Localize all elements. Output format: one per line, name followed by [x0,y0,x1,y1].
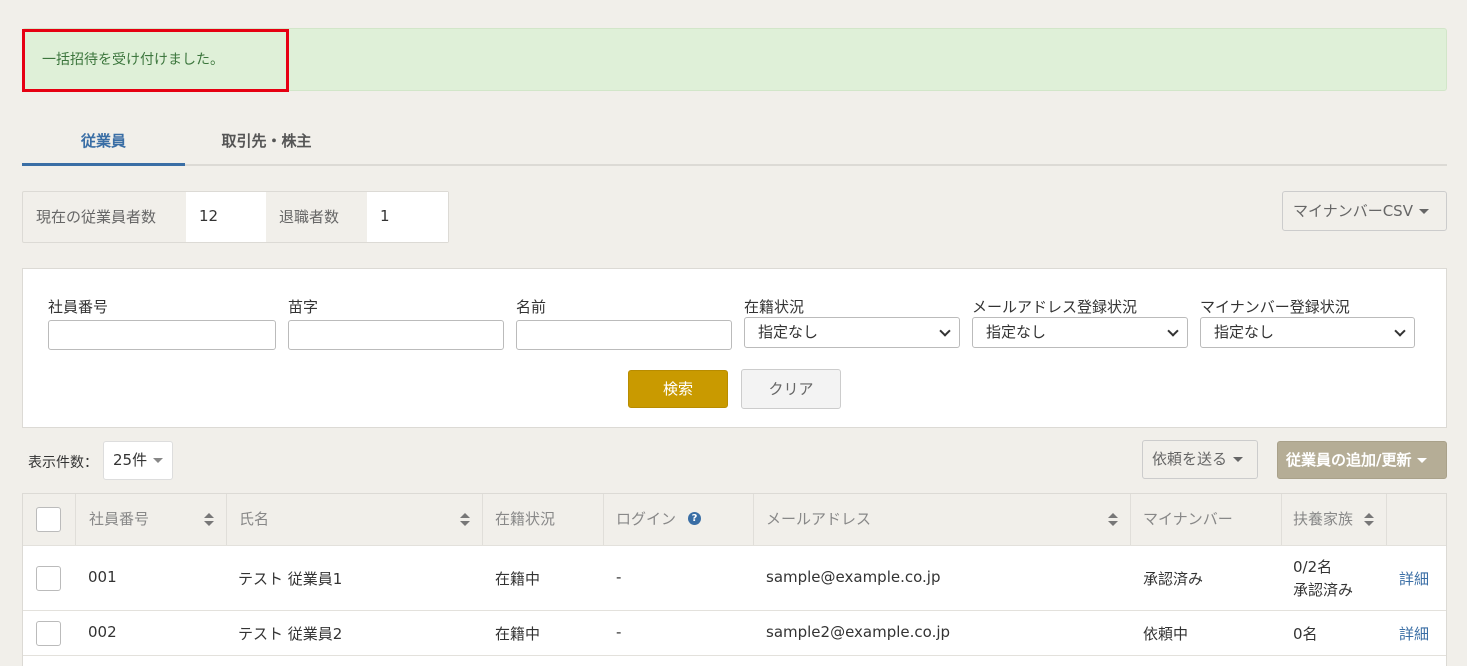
first-name-input[interactable] [516,320,732,350]
status-filter-label: 在籍状況 [744,298,805,316]
mynumber-status-select[interactable]: 指定なし [1200,317,1415,348]
sort-icon[interactable] [1364,513,1374,527]
clear-button[interactable]: クリア [741,369,841,409]
email-status-label: メールアドレス登録状況 [972,298,1138,316]
status-select-value: 指定なし [758,323,819,341]
send-request-button[interactable]: 依頼を送る [1142,440,1258,479]
col-divider [482,494,483,545]
last-name-label: 苗字 [288,298,319,316]
col-divider [1130,494,1131,545]
send-request-label: 依頼を送る [1152,450,1228,468]
row-divider [23,545,1446,546]
csv-button-label: マイナンバーCSV [1293,202,1413,220]
cell-name: テスト 従業員1 [238,570,343,588]
sort-icon[interactable] [460,513,470,527]
add-update-label: 従業員の追加/更新 [1286,451,1412,469]
tab-employees[interactable]: 従業員 [22,130,185,151]
employee-no-label: 社員番号 [48,298,109,316]
status-select[interactable]: 指定なし [744,317,960,348]
chevron-down-icon [1394,325,1406,337]
row-checkbox[interactable] [36,566,61,591]
row-divider [23,610,1446,611]
employee-no-input[interactable] [48,320,276,350]
th-employee-no[interactable]: 社員番号 [89,508,149,529]
cell-email: sample@example.co.jp [766,568,941,586]
last-name-input[interactable] [288,320,504,350]
detail-link[interactable]: 詳細 [1399,568,1429,589]
mynumber-csv-button[interactable]: マイナンバーCSV [1282,191,1447,231]
current-employees-label: 現在の従業員者数 [36,208,157,226]
cell-dependents-count: 0名 [1293,625,1318,643]
cell-dependents-count: 0/2名 [1293,558,1333,576]
cell-status: 在籍中 [495,570,541,588]
per-page-label: 表示件数： [28,455,98,471]
tabs-divider [22,164,1447,166]
current-employees-value: 12 [199,207,219,225]
search-button[interactable]: 検索 [628,370,728,408]
th-name[interactable]: 氏名 [239,508,269,529]
row-divider [23,655,1446,656]
col-divider [1281,494,1282,545]
cell-employee-no: 001 [88,568,117,586]
mynumber-status-select-value: 指定なし [1214,323,1275,341]
cell-login: - [616,568,622,586]
email-status-select-value: 指定なし [986,323,1047,341]
email-status-select[interactable]: 指定なし [972,317,1188,348]
cell-status: 在籍中 [495,625,541,643]
th-login: ログイン [616,510,677,528]
first-name-label: 名前 [516,298,547,316]
cell-mynumber: 依頼中 [1143,625,1189,643]
cell-employee-no: 002 [88,623,117,641]
th-dependents[interactable]: 扶養家族 [1293,508,1353,529]
col-divider [1386,494,1387,545]
th-mynumber: マイナンバー [1143,510,1233,528]
current-employees-box [186,192,266,242]
add-update-employee-button[interactable]: 従業員の追加/更新 [1277,441,1447,479]
col-divider [226,494,227,545]
retired-value: 1 [380,207,390,225]
chevron-down-icon [939,325,951,337]
alert-highlight-box [22,29,289,92]
cell-name: テスト 従業員2 [238,625,343,643]
cell-mynumber: 承認済み [1143,570,1204,588]
th-status: 在籍状況 [495,510,556,528]
retired-label: 退職者数 [279,208,340,226]
select-all-checkbox[interactable] [36,507,61,532]
sort-icon[interactable] [204,513,214,527]
mynumber-status-label: マイナンバー登録状況 [1200,298,1350,316]
sort-icon[interactable] [1108,513,1118,527]
chevron-down-icon [1167,325,1179,337]
per-page-value: 25件 [113,451,148,469]
detail-link[interactable]: 詳細 [1399,623,1429,644]
tab-partners-shareholders[interactable]: 取引先・株主 [185,130,348,151]
help-icon[interactable]: ? [688,512,701,525]
col-divider [75,494,76,545]
cell-email: sample2@example.co.jp [766,623,951,641]
col-divider [603,494,604,545]
col-divider [753,494,754,545]
cell-login: - [616,623,622,641]
row-checkbox[interactable] [36,621,61,646]
caret-down-icon [153,458,164,463]
per-page-select[interactable]: 25件 [103,441,173,480]
caret-down-icon [1233,457,1244,462]
cell-dependents-status: 承認済み [1293,581,1354,599]
th-email[interactable]: メールアドレス [766,508,871,529]
tab-active-indicator [22,163,185,166]
caret-down-icon [1417,458,1428,463]
caret-down-icon [1418,209,1429,214]
